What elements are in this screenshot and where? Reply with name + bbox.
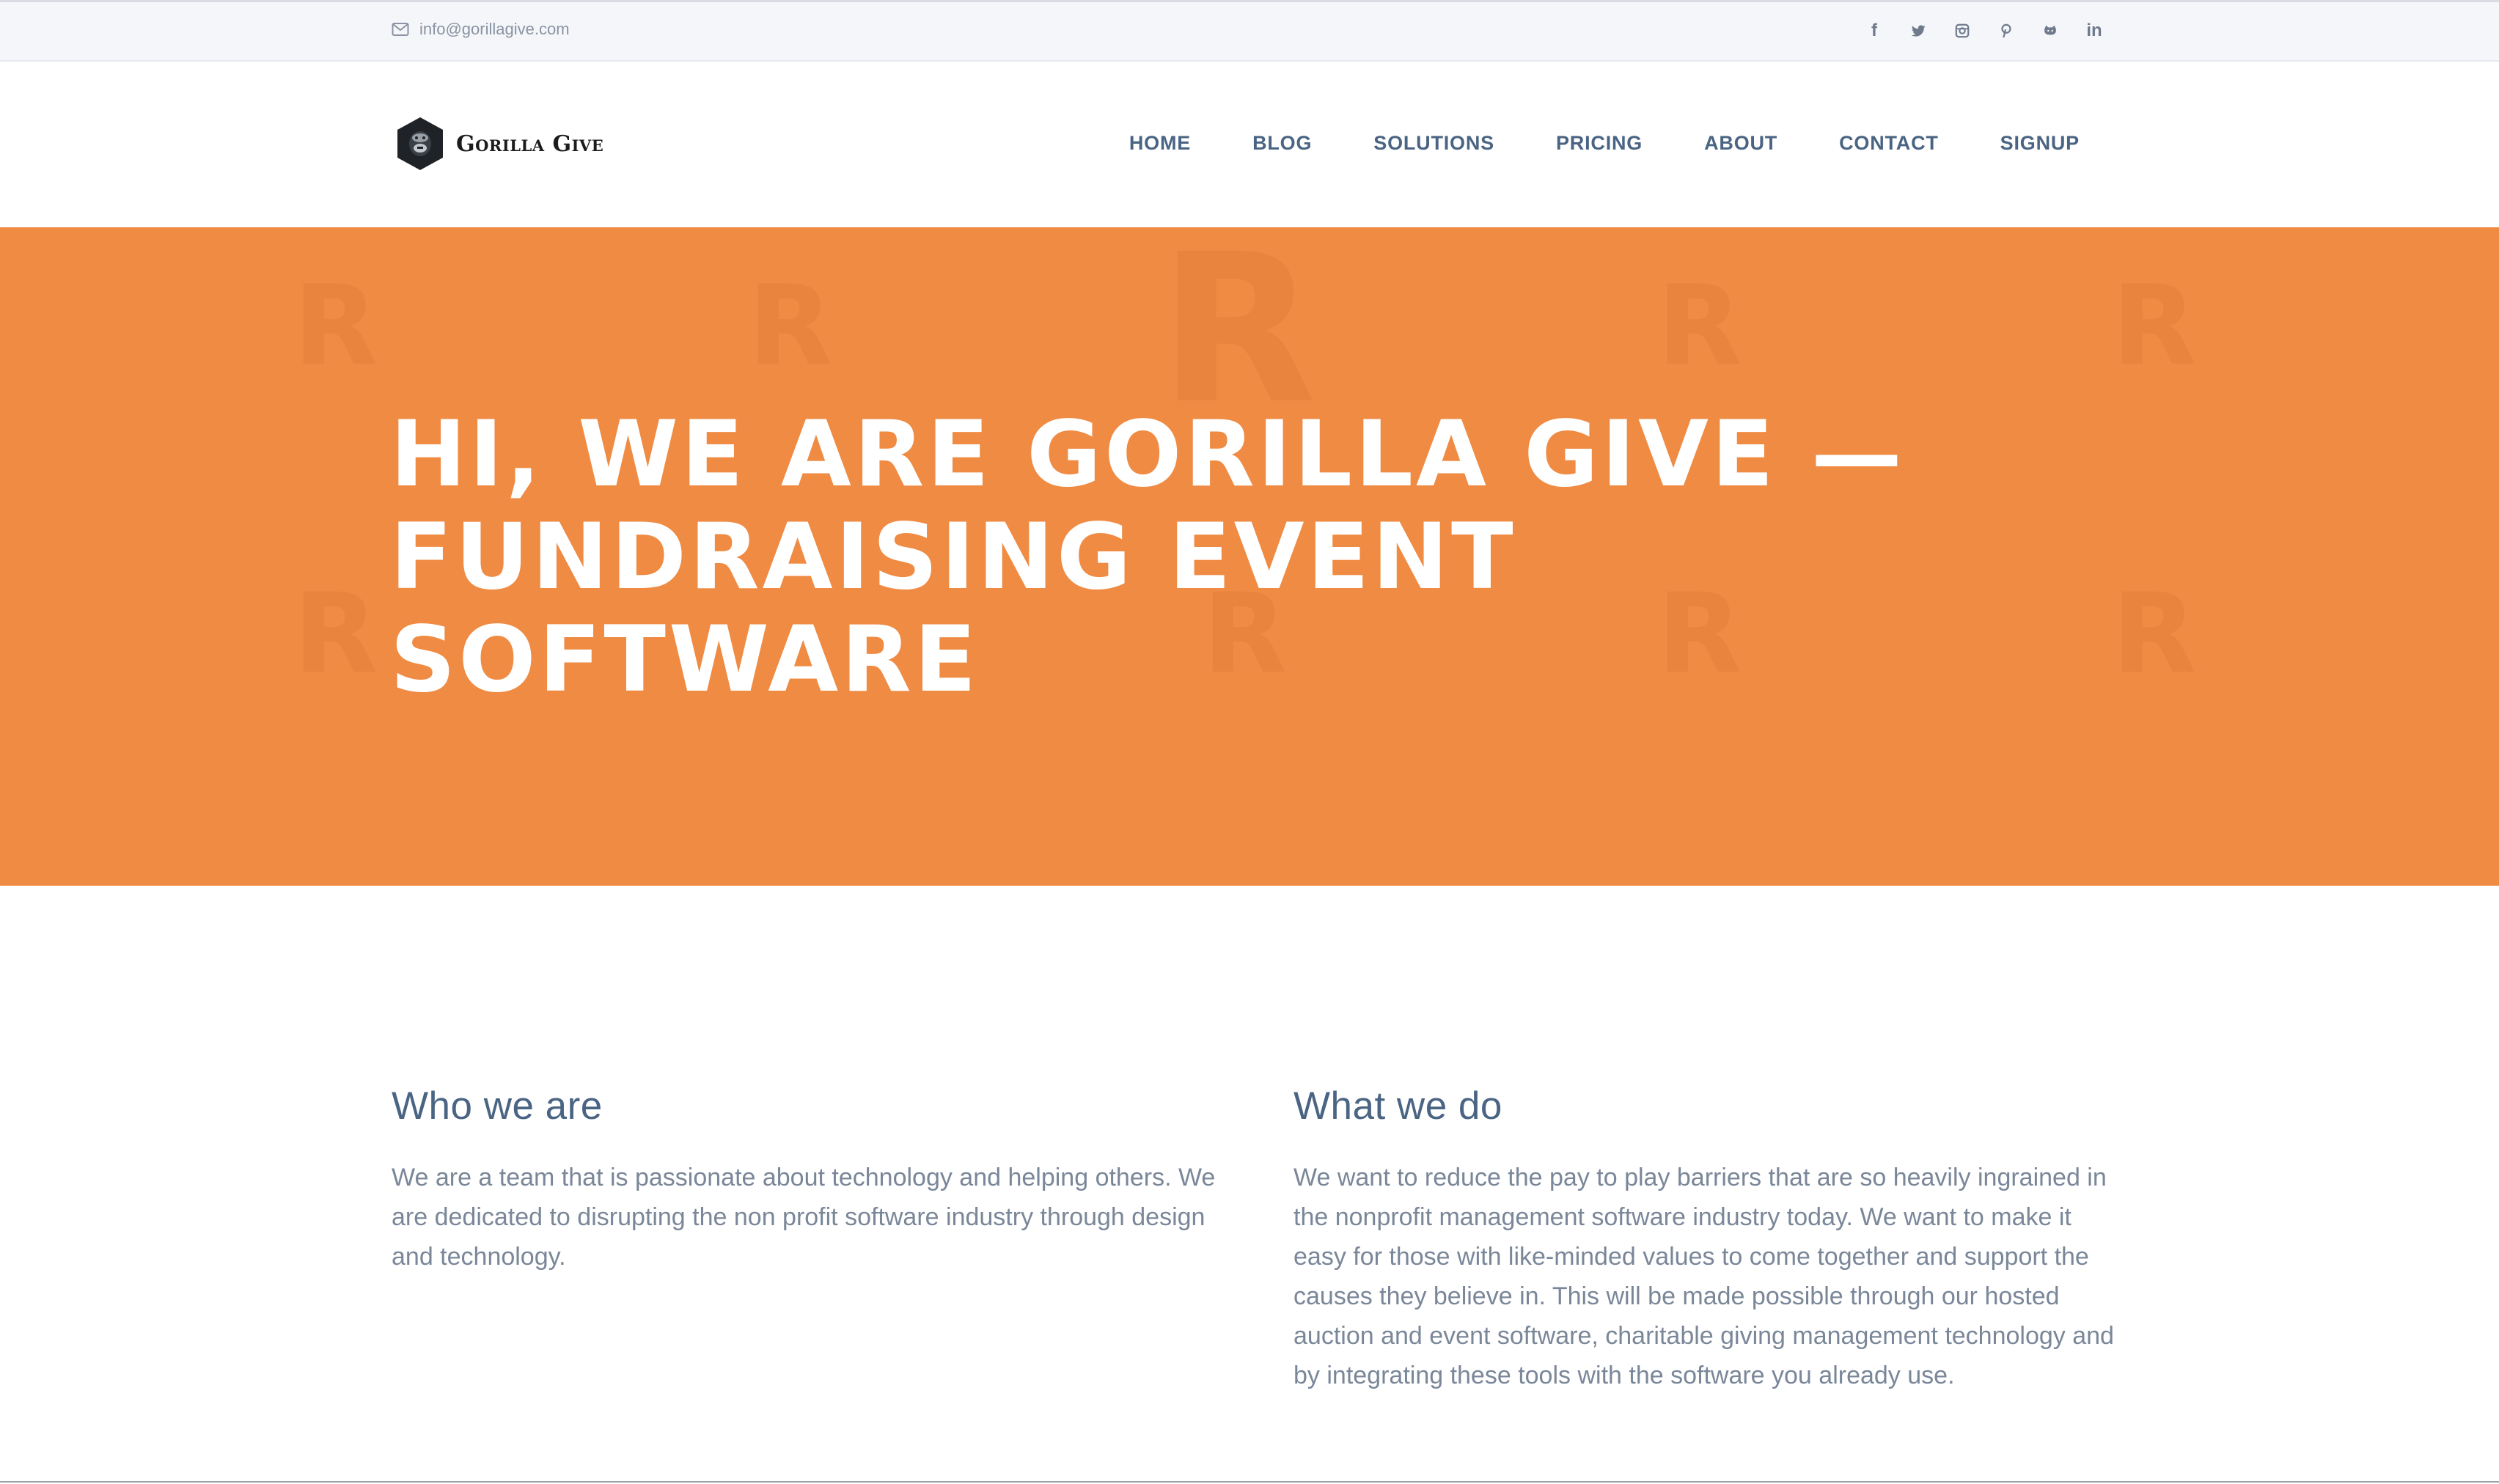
linkedin-icon[interactable]: in bbox=[2085, 20, 2103, 42]
gorilla-logo-icon bbox=[397, 117, 443, 170]
brand-logo[interactable]: Gorilla Give bbox=[395, 116, 603, 172]
hero-watermark-pattern: R bbox=[2112, 262, 2197, 390]
what-we-do-column: What we do We want to reduce the pay to … bbox=[1293, 1084, 2122, 1395]
what-we-do-text: We want to reduce the pay to play barrie… bbox=[1293, 1164, 2114, 1389]
hero-watermark-pattern: R bbox=[748, 262, 833, 390]
pinterest-icon[interactable] bbox=[1997, 20, 2015, 42]
github-icon[interactable] bbox=[2041, 20, 2059, 42]
nav-contact[interactable]: CONTACT bbox=[1839, 132, 1939, 155]
social-links: f in bbox=[1865, 20, 2103, 42]
facebook-icon[interactable]: f bbox=[1865, 20, 1883, 42]
twitter-icon[interactable] bbox=[1909, 20, 1927, 42]
nav-signup[interactable]: SIGNUP bbox=[2000, 132, 2080, 155]
section-divider bbox=[0, 1481, 2499, 1483]
nav-solutions[interactable]: SOLUTIONS bbox=[1373, 132, 1494, 155]
email-text: info@gorillagive.com bbox=[419, 20, 570, 38]
instagram-icon[interactable] bbox=[1953, 20, 1971, 42]
nav-about[interactable]: ABOUT bbox=[1704, 132, 1777, 155]
envelope-icon bbox=[392, 23, 409, 36]
primary-nav: HOME BLOG SOLUTIONS PRICING ABOUT CONTAC… bbox=[1129, 132, 2080, 155]
nav-blog[interactable]: BLOG bbox=[1252, 132, 1312, 155]
hero-watermark-pattern: R bbox=[1657, 262, 1742, 390]
hero-watermark-pattern: R bbox=[293, 570, 378, 698]
who-we-are-heading: Who we are bbox=[392, 1084, 603, 1128]
brand-name: Gorilla Give bbox=[456, 131, 604, 157]
hero-watermark-pattern: R bbox=[293, 262, 378, 390]
top-bar: info@gorillagive.com f in bbox=[0, 0, 2499, 62]
who-we-are-column: Who we are We are a team that is passion… bbox=[392, 1084, 1220, 1277]
what-we-do-heading: What we do bbox=[1293, 1084, 1502, 1128]
about-section: Who we are We are a team that is passion… bbox=[0, 886, 2499, 1483]
hero-watermark-pattern: R bbox=[2112, 570, 2197, 698]
hero-title: HI, WE ARE GORILLA GIVE — FUNDRAISING EV… bbox=[390, 402, 1905, 713]
page: info@gorillagive.com f in Gorilla Give H… bbox=[0, 0, 2499, 1484]
nav-pricing[interactable]: PRICING bbox=[1556, 132, 1643, 155]
main-navbar: Gorilla Give HOME BLOG SOLUTIONS PRICING… bbox=[0, 62, 2499, 227]
hero-banner: R R R R R R R R R HI, WE ARE GORILLA GIV… bbox=[0, 227, 2499, 886]
contact-email[interactable]: info@gorillagive.com bbox=[392, 20, 570, 39]
who-we-are-text: We are a team that is passionate about t… bbox=[392, 1164, 1216, 1271]
nav-home[interactable]: HOME bbox=[1129, 132, 1191, 155]
